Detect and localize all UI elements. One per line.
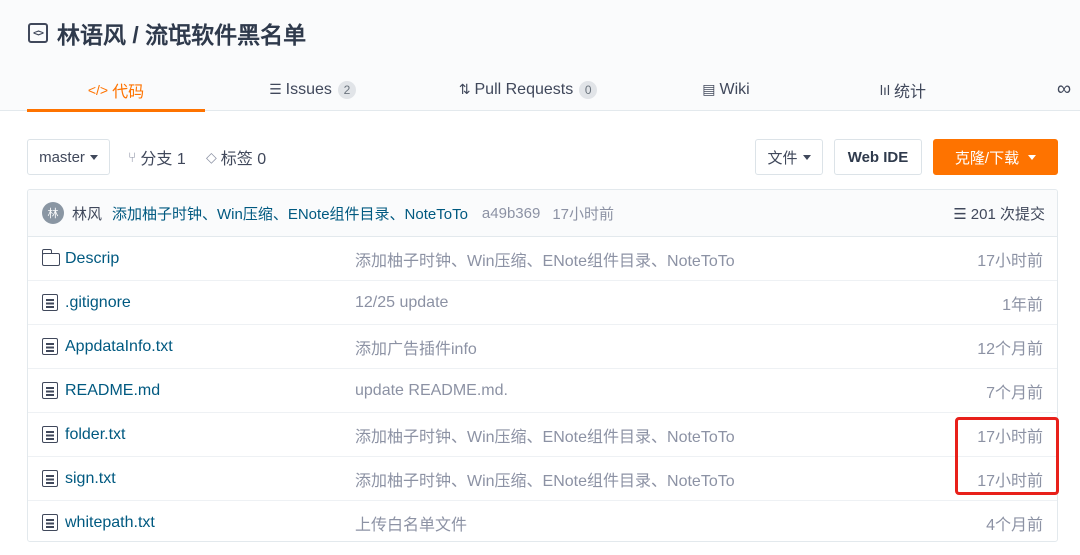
- clone-label: 克隆/下载: [954, 149, 1020, 167]
- file-name[interactable]: folder.txt: [65, 426, 125, 444]
- table-row[interactable]: sign.txt 添加柚子时钟、Win压缩、ENote组件目录、NoteToTo…: [28, 457, 1057, 501]
- table-row[interactable]: whitepath.txt 上传白名单文件 4个月前: [28, 501, 1057, 541]
- tab-label: Wiki: [719, 80, 750, 98]
- clone-download-button[interactable]: 克隆/下载: [933, 139, 1058, 175]
- repo-title: <> 林语风 / 流氓软件黑名单: [28, 16, 306, 50]
- tab-issues[interactable]: ☰ Issues 2: [250, 68, 375, 111]
- file-commit-message[interactable]: 添加柚子时钟、Win压缩、ENote组件目录、NoteToTo: [355, 247, 735, 271]
- branches-link[interactable]: ⑂ 分支 1: [128, 139, 186, 175]
- table-row[interactable]: folder.txt 添加柚子时钟、Win压缩、ENote组件目录、NoteTo…: [28, 413, 1057, 457]
- branch-name: master: [39, 148, 85, 166]
- pull-requests-count-badge: 0: [579, 80, 598, 99]
- chevron-down-icon: [802, 154, 811, 160]
- file-time: 12个月前: [977, 340, 1043, 358]
- code-icon: </>: [87, 81, 109, 98]
- table-row[interactable]: .gitignore 12/25 update 1年前: [28, 281, 1057, 325]
- file-commit-message[interactable]: 添加柚子时钟、Win压缩、ENote组件目录、NoteToTo: [355, 423, 735, 447]
- file-list: 林 林风 添加柚子时钟、Win压缩、ENote组件目录、NoteToTo a49…: [27, 189, 1058, 542]
- file-name[interactable]: .gitignore: [65, 294, 131, 312]
- commit-time: 17小时前: [552, 205, 615, 223]
- chevron-down-icon: [89, 154, 98, 160]
- commit-count-label: 201 次提交: [970, 206, 1045, 223]
- commit-count-link[interactable]: ☰ 201 次提交: [953, 190, 1045, 237]
- file-name[interactable]: sign.txt: [65, 470, 116, 488]
- file-time: 1年前: [1002, 296, 1043, 314]
- tab-pull-requests[interactable]: ⇅ Pull Requests 0: [448, 68, 608, 111]
- file-button-label: 文件: [767, 149, 798, 167]
- file-name[interactable]: AppdataInfo.txt: [65, 338, 173, 356]
- highlight-box: [955, 417, 1059, 495]
- file-time: 4个月前: [986, 517, 1043, 534]
- repo-header: <> 林语风 / 流氓软件黑名单 </> 代码 ☰ Issues 2 ⇅ Pul…: [0, 0, 1080, 112]
- pull-request-icon: ⇅: [458, 81, 471, 97]
- latest-commit-bar: 林 林风 添加柚子时钟、Win压缩、ENote组件目录、NoteToTo a49…: [28, 190, 1057, 237]
- more-icon: ∞: [1056, 78, 1072, 100]
- tab-label: Issues: [285, 80, 332, 98]
- web-ide-button[interactable]: Web IDE: [834, 139, 922, 175]
- file-name[interactable]: Descrip: [65, 250, 119, 268]
- file-icon: [42, 294, 58, 311]
- file-time: 7个月前: [986, 384, 1043, 402]
- tab-label: 代码: [112, 83, 145, 101]
- repo-toolbar: master ⑂ 分支 1 ◇ 标签 0 文件 Web IDE 克隆/下载: [27, 139, 1058, 175]
- chevron-down-icon: [1028, 154, 1037, 160]
- wiki-icon: ▤: [702, 81, 716, 97]
- file-name[interactable]: README.md: [65, 382, 160, 400]
- avatar[interactable]: 林: [42, 202, 64, 224]
- stats-icon: lıl: [879, 81, 891, 98]
- file-commit-message[interactable]: 上传白名单文件: [355, 511, 467, 535]
- commit-message[interactable]: 添加柚子时钟、Win压缩、ENote组件目录、NoteToTo: [112, 203, 468, 224]
- branch-icon: ⑂: [128, 149, 137, 165]
- web-ide-label: Web IDE: [847, 148, 909, 166]
- file-name[interactable]: whitepath.txt: [65, 514, 155, 532]
- file-time: 17小时前: [977, 252, 1043, 270]
- file-icon: [42, 426, 58, 443]
- file-icon: [42, 514, 58, 531]
- file-menu-button[interactable]: 文件: [755, 139, 823, 175]
- table-row[interactable]: Descrip 添加柚子时钟、Win压缩、ENote组件目录、NoteToTo …: [28, 237, 1057, 281]
- tag-icon: ◇: [206, 148, 217, 165]
- file-icon: [42, 338, 58, 355]
- tab-stats[interactable]: lıl 统计: [868, 68, 938, 111]
- tab-label: 统计: [894, 83, 927, 101]
- branches-label: 分支 1: [140, 151, 186, 168]
- tags-label: 标签 0: [220, 151, 267, 168]
- file-commit-message[interactable]: 12/25 update: [355, 294, 448, 312]
- file-commit-message[interactable]: 添加柚子时钟、Win压缩、ENote组件目录、NoteToTo: [355, 467, 735, 491]
- tags-link[interactable]: ◇ 标签 0: [206, 139, 266, 175]
- code-repo-icon: <>: [28, 23, 48, 43]
- table-row[interactable]: README.md update README.md. 7个月前: [28, 369, 1057, 413]
- table-row[interactable]: AppdataInfo.txt 添加广告插件info 12个月前: [28, 325, 1057, 369]
- file-commit-message[interactable]: 添加广告插件info: [355, 335, 477, 359]
- commits-icon: ☰: [953, 205, 967, 223]
- file-icon: [42, 382, 58, 399]
- tab-label: Pull Requests: [474, 80, 574, 98]
- tab-code[interactable]: </> 代码: [27, 68, 205, 112]
- tab-wiki[interactable]: ▤ Wiki: [690, 68, 762, 111]
- folder-icon: [41, 249, 60, 266]
- commit-hash[interactable]: a49b369: [482, 205, 540, 222]
- tab-more[interactable]: ∞: [1050, 68, 1078, 111]
- branch-select[interactable]: master: [27, 139, 110, 175]
- issues-count-badge: 2: [337, 80, 356, 99]
- issues-icon: ☰: [269, 81, 282, 97]
- repo-name[interactable]: 林语风 / 流氓软件黑名单: [57, 16, 306, 50]
- repo-tabs: </> 代码 ☰ Issues 2 ⇅ Pull Requests 0 ▤ Wi…: [0, 68, 1080, 112]
- commit-author[interactable]: 林风: [72, 203, 102, 224]
- file-icon: [42, 470, 58, 487]
- file-commit-message[interactable]: update README.md.: [355, 382, 508, 400]
